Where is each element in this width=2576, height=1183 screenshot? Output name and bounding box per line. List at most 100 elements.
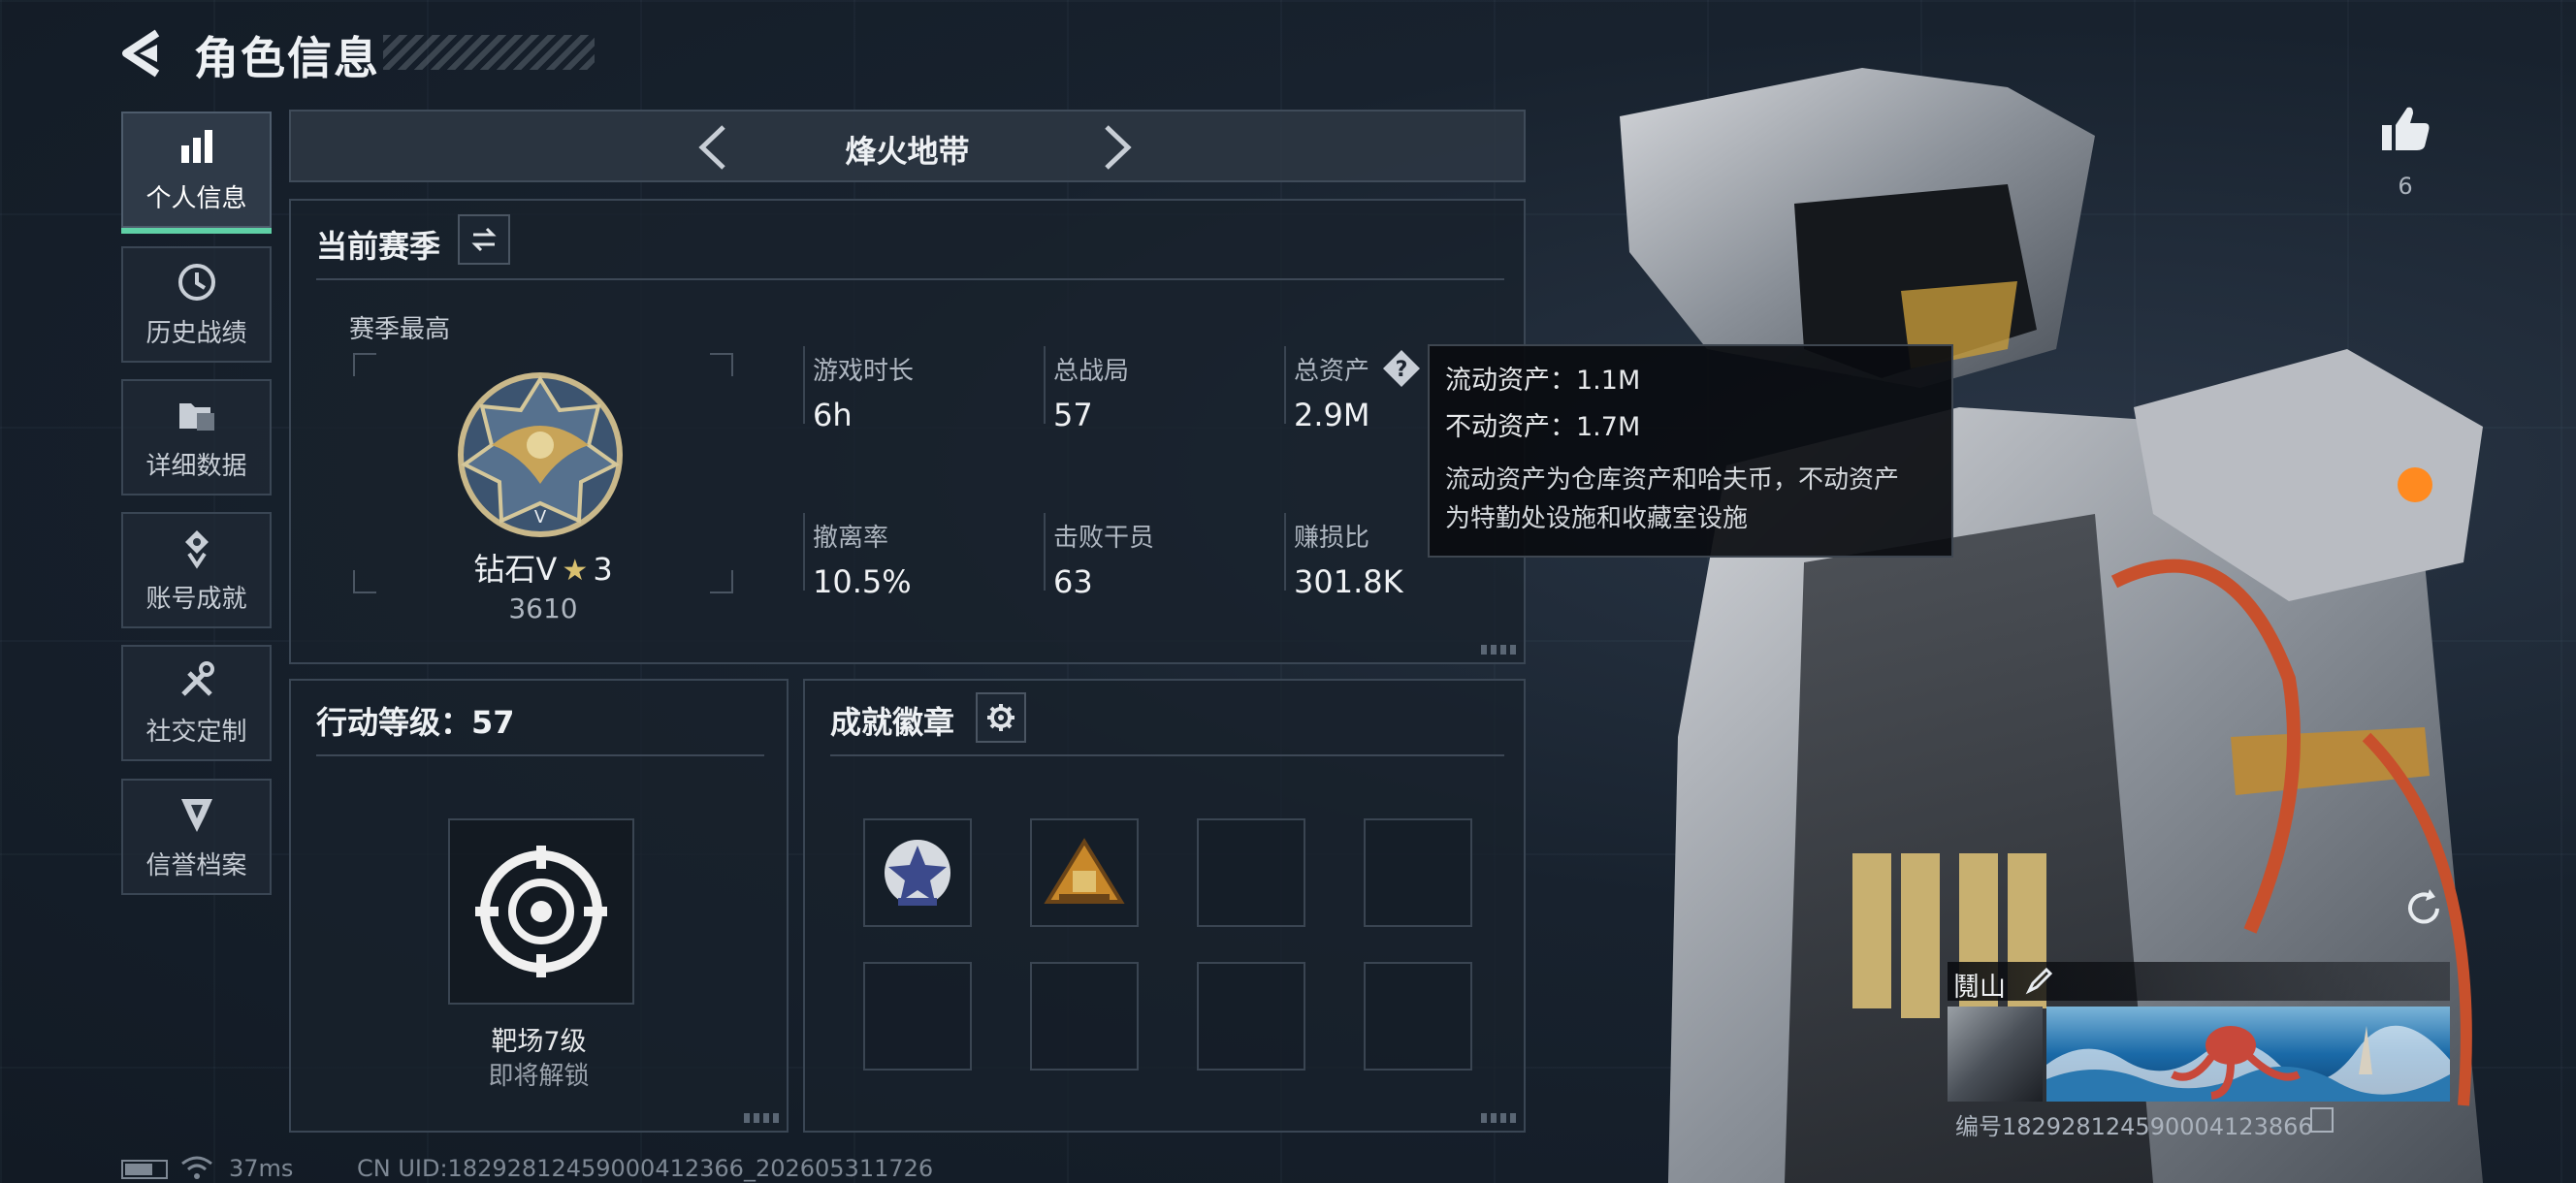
folder-data-icon [178,402,214,431]
stat-play-time: 游戏时长 6h [813,351,914,433]
stat-separator [803,346,805,424]
target-icon [475,846,607,977]
diamond-rank-emblem: V [458,372,623,537]
stat-extraction-rate: 撤离率 10.5% [813,518,912,600]
achievements-title: 成就徽章 [830,704,955,741]
clock-history-icon [177,263,215,301]
battery-icon [121,1160,168,1179]
thumbs-up-icon [2382,107,2430,150]
swap-icon [471,227,497,252]
stat-separator [1284,346,1286,424]
credit-shield-icon [180,798,212,832]
stat-profit-loss: 赚损比 301.8K [1294,518,1403,600]
rotate-icon [2408,889,2439,924]
stat-label: 赚损比 [1294,524,1370,553]
action-level-divider [316,754,764,756]
stat-value: 6h [813,397,853,433]
achievement-medal-icon [184,529,209,569]
panel-corner-deco [744,1113,779,1123]
stat-total-matches: 总战局 57 [1053,351,1129,433]
player-name-bar: 鬩山 [1948,962,2450,1003]
sidebar-item-social[interactable]: 社交定制 [121,645,272,761]
season-panel: 当前赛季 赛季最高 V 钻石Ⅴ ★ 3 3610 游戏时长 6h 总战局 57 [289,199,1526,664]
player-avatar[interactable] [1948,1007,2043,1102]
stat-label: 游戏时长 [813,357,915,386]
sidebar-item-label: 信誉档案 [145,850,247,880]
sidebar-item-label: 历史战绩 [145,318,247,348]
star-badge-icon [885,840,950,906]
mode-title: 烽火地带 [845,133,970,170]
triangle-crate-badge-icon [1044,838,1125,904]
help-icon: ? [1383,350,1420,387]
mode-selector: 烽火地带 [289,110,1526,182]
badge-slot[interactable] [863,818,972,927]
tooltip-description-2: 为特勤处设施和收藏室设施 [1445,504,1749,533]
badge-slot-empty[interactable] [863,962,972,1071]
badge-slot-empty[interactable] [1197,962,1305,1071]
stat-value: 10.5% [813,563,912,600]
sidebar-item-label: 个人信息 [145,183,247,213]
badge-slot-empty[interactable] [1364,962,1472,1071]
stat-operators-defeated: 击败干员 63 [1053,518,1154,600]
sidebar-item-label: 账号成就 [145,584,247,614]
action-level-title: 行动等级：57 [316,704,515,741]
season-divider [316,278,1504,280]
sidebar-item-personal-info[interactable]: 个人信息 [121,112,272,234]
chevron-right-icon [1105,125,1132,170]
sidebar-item-history[interactable]: 历史战绩 [121,246,272,363]
stat-label: 总战局 [1053,357,1130,386]
season-switch-button[interactable] [458,214,510,265]
assets-help-button[interactable]: ? [1381,348,1422,389]
stat-separator [1044,513,1046,591]
stat-separator [1044,346,1046,424]
octopus-wave-banner-art [2046,1025,2450,1102]
stat-value: 57 [1053,397,1093,433]
season-best-label: 赛季最高 [349,315,451,344]
player-id: 编号182928124590004123866 [1955,1113,2313,1140]
rotate-model-button[interactable] [2402,887,2445,930]
sidebar-item-achievements[interactable]: 账号成就 [121,512,272,628]
stat-value: 63 [1053,563,1093,600]
like-button[interactable] [2376,102,2434,160]
tooltip-fixed-assets: 不动资产：1.7M [1445,412,1641,442]
ping-value: 37ms [229,1155,294,1182]
badge-settings-button[interactable] [976,692,1026,743]
stat-total-assets: 总资产 2.9M [1294,351,1370,433]
panel-corner-deco [1481,1113,1516,1123]
badge-slot[interactable] [1030,818,1139,927]
page-title: 角色信息 [194,32,380,84]
sidebar-item-label: 社交定制 [145,717,247,747]
edit-name-button[interactable] [2025,966,2054,995]
svg-text:V: V [534,507,547,528]
tools-icon [180,660,214,696]
badge-slot-empty[interactable] [1364,818,1472,927]
tooltip-liquid-assets: 流动资产：1.1M [1445,366,1641,396]
unlock-status: 即将解锁 [488,1062,590,1091]
back-arrow-icon [122,29,160,78]
badge-slot-empty[interactable] [1197,818,1305,927]
sidebar-item-detailed-data[interactable]: 详细数据 [121,379,272,496]
rank-name: 钻石Ⅴ [473,551,558,588]
stat-label: 总资产 [1294,357,1370,386]
rank-score: 3610 [508,592,578,624]
unlock-reward-card[interactable] [448,818,634,1005]
next-mode-button[interactable] [1091,121,1142,174]
bar-chart-icon [180,129,212,163]
sidebar-item-credit[interactable]: 信誉档案 [121,779,272,895]
copy-icon [2312,1109,2332,1131]
achievement-badges-panel: 成就徽章 [803,679,1526,1133]
gear-icon [987,704,1014,731]
copy-id-button[interactable] [2310,1107,2334,1133]
svg-text:?: ? [1396,358,1408,382]
stat-label: 击败干员 [1053,524,1155,553]
assets-tooltip: 流动资产：1.1M 不动资产：1.7M 流动资产为仓库资产和哈夫币，不动资产 为… [1428,344,1953,558]
tooltip-description-1: 流动资产为仓库资产和哈夫币，不动资产 [1445,465,1900,495]
back-button[interactable] [118,27,171,80]
pencil-icon [2025,967,2053,995]
stat-separator [803,513,805,591]
panel-corner-deco [1481,645,1516,655]
badge-slot-empty[interactable] [1030,962,1139,1071]
star-icon: ★ [562,554,589,588]
wifi-icon [181,1156,212,1179]
stat-separator [1284,513,1286,591]
